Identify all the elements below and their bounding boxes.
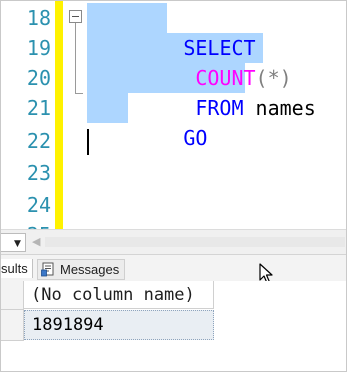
tab-messages[interactable]: Messages <box>37 259 126 280</box>
line-number: 21 <box>26 96 51 120</box>
line-number: 20 <box>26 66 51 90</box>
tab-results-label: sults <box>1 261 28 276</box>
table-identifier: names <box>255 96 316 120</box>
code-area[interactable]: SELECT COUNT(*) FROM names GO <box>63 1 346 229</box>
collapse-region-icon[interactable] <box>69 10 82 23</box>
scroll-track[interactable] <box>45 237 345 247</box>
column-header[interactable]: (No column name) <box>24 281 214 309</box>
line-number: 25 <box>1 220 51 229</box>
messages-icon <box>41 262 56 277</box>
line-number-gutter: 18 19 20 21 22 23 24 25 <box>1 1 53 229</box>
grid-cell-selected[interactable]: 1891894 <box>24 310 214 340</box>
editor-horizontal-scrollbar: ▼ ◀ <box>1 229 346 254</box>
chevron-down-icon: ▼ <box>14 239 21 249</box>
results-tab-bar: sults Messages <box>1 254 346 282</box>
line-number: 24 <box>26 193 51 217</box>
query-editor[interactable]: 18 19 20 21 22 23 24 25 SELECT C <box>1 1 346 229</box>
line-number: 19 <box>26 36 51 60</box>
outline-guide-end <box>75 93 83 94</box>
ssms-query-window: 18 19 20 21 22 23 24 25 SELECT C <box>0 0 347 372</box>
outline-guide <box>75 23 76 93</box>
keyword-go: GO <box>183 126 208 150</box>
scroll-left-icon[interactable]: ◀ <box>32 235 40 248</box>
grid-line <box>1 340 23 341</box>
grid-line <box>1 309 23 310</box>
results-grid[interactable]: (No column name) 1891894 <box>1 281 346 371</box>
code-line-19: COUNT(*) <box>99 33 291 90</box>
line-number: 22 <box>26 129 51 153</box>
row-number-column <box>1 281 24 341</box>
change-tracking-bar <box>55 1 63 229</box>
tab-messages-label: Messages <box>60 262 120 277</box>
code-line-18: SELECT <box>87 3 255 60</box>
code-line-20: FROM names <box>99 63 315 120</box>
line-number: 23 <box>26 161 51 185</box>
code-line-21: GO <box>87 93 207 150</box>
line-number: 18 <box>26 6 51 30</box>
zoom-dropdown[interactable]: ▼ <box>1 233 26 252</box>
text-caret <box>87 129 89 155</box>
tab-results[interactable]: sults <box>1 259 33 278</box>
